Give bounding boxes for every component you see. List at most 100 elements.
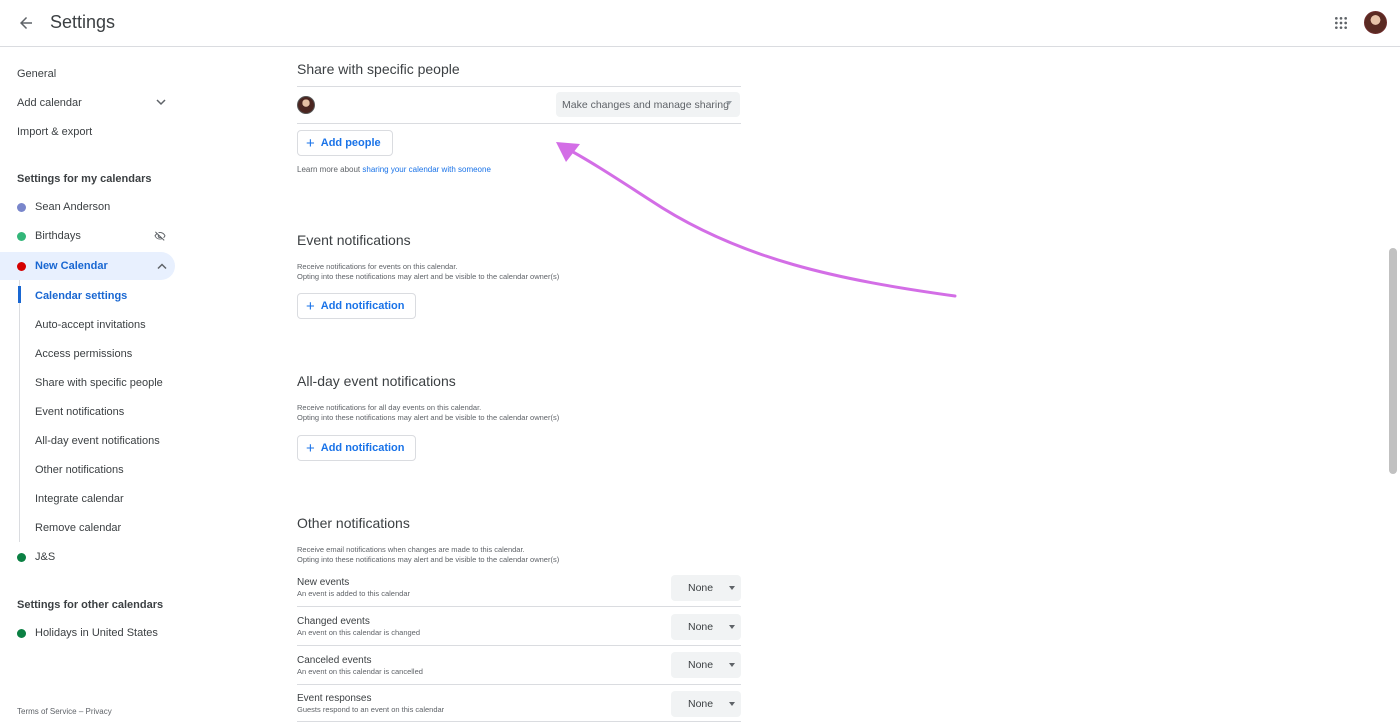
add-allday-notification-button[interactable]: + Add notification — [297, 435, 417, 461]
subnav-integrate-calendar[interactable]: Integrate calendar — [35, 484, 124, 513]
other-calendars-heading: Settings for other calendars — [17, 599, 164, 611]
desc-line: Receive notifications for all day events… — [297, 403, 482, 412]
subnav-calendar-settings[interactable]: Calendar settings — [35, 281, 127, 310]
subnav-remove-calendar[interactable]: Remove calendar — [35, 513, 121, 542]
canceled-events-select[interactable]: None — [671, 652, 741, 678]
account-avatar[interactable] — [1364, 11, 1387, 34]
sidebar-item-new-calendar[interactable]: New Calendar — [0, 252, 175, 280]
select-value: None — [688, 698, 714, 710]
divider — [297, 123, 741, 124]
divider — [297, 606, 741, 607]
allday-notifications-desc: Receive notifications for all day events… — [297, 403, 747, 423]
sharing-help-link[interactable]: sharing your calendar with someone — [362, 165, 491, 174]
calendar-color-dot — [17, 202, 26, 212]
row-title-new-events: New events — [297, 577, 350, 588]
subnav-auto-accept[interactable]: Auto-accept invitations — [35, 310, 146, 339]
sidebar-item-sean-anderson[interactable]: Sean Anderson — [0, 193, 175, 221]
chevron-up-icon[interactable] — [157, 263, 167, 270]
select-value: None — [688, 621, 714, 633]
row-sub-new-events: An event is added to this calendar — [297, 589, 410, 598]
sidebar-item-import-export[interactable]: Import & export — [0, 117, 175, 146]
desc-line: Receive email notifications when changes… — [297, 545, 525, 554]
privacy-link[interactable]: Privacy — [86, 707, 112, 716]
terms-link[interactable]: Terms of Service — [17, 707, 77, 716]
annotation-arrow-icon — [556, 142, 957, 298]
permission-select[interactable]: Make changes and manage sharing — [556, 92, 740, 117]
add-notification-label: Add notification — [320, 300, 405, 312]
calendar-color-dot — [17, 261, 26, 271]
visibility-off-icon[interactable] — [153, 230, 167, 242]
row-sub-canceled-events: An event on this calendar is cancelled — [297, 667, 423, 676]
dropdown-arrow-icon — [729, 702, 735, 706]
my-calendars-heading: Settings for my calendars — [17, 173, 152, 185]
sidebar-item-general[interactable]: General — [0, 59, 175, 88]
page-title: Settings — [50, 12, 116, 32]
add-notification-label: Add notification — [320, 442, 405, 454]
dropdown-arrow-icon — [726, 101, 732, 105]
plus-icon: + — [306, 297, 315, 315]
desc-line: Opting into these notifications may aler… — [297, 413, 560, 422]
plus-icon: + — [306, 439, 315, 457]
row-sub-event-responses: Guests respond to an event on this calen… — [297, 705, 445, 714]
user-avatar — [297, 96, 315, 114]
calendar-label: New Calendar — [35, 260, 108, 272]
dropdown-arrow-icon — [729, 625, 735, 629]
other-notifications-heading: Other notifications — [297, 515, 410, 531]
sidebar-item-label: Import & export — [17, 125, 93, 138]
sidebar-item-add-calendar[interactable]: Add calendar — [0, 88, 175, 117]
footer-separator: – — [78, 707, 84, 716]
row-title-canceled-events: Canceled events — [297, 655, 372, 666]
calendar-color-dot — [17, 231, 26, 241]
subnav-access-permissions[interactable]: Access permissions — [35, 339, 132, 368]
subnav-guide-line — [19, 280, 20, 542]
calendar-label: Holidays in United States — [35, 627, 158, 639]
subnav-allday-notifications[interactable]: All-day event notifications — [35, 426, 160, 455]
calendar-color-dot — [17, 552, 26, 562]
row-title-changed-events: Changed events — [297, 616, 370, 627]
plus-icon: + — [306, 134, 315, 152]
sidebar-item-label: General — [17, 67, 57, 80]
footer: Terms of Service – Privacy — [17, 707, 112, 716]
calendar-color-dot — [17, 628, 26, 638]
desc-line: Opting into these notifications may aler… — [297, 555, 560, 564]
calendar-label: J&S — [35, 551, 56, 563]
apps-grid-icon[interactable] — [1328, 10, 1354, 36]
back-arrow-icon[interactable] — [12, 9, 40, 37]
sidebar-item-label: Add calendar — [17, 96, 82, 109]
sidebar-item-holidays[interactable]: Holidays in United States — [0, 619, 175, 647]
sidebar-item-birthdays[interactable]: Birthdays — [0, 222, 175, 250]
share-heading: Share with specific people — [297, 61, 460, 77]
divider — [297, 86, 741, 87]
calendar-label: Sean Anderson — [35, 201, 111, 213]
row-title-event-responses: Event responses — [297, 693, 372, 704]
calendar-label: Birthdays — [35, 230, 81, 242]
add-people-label: Add people — [320, 137, 381, 149]
select-value: None — [688, 659, 714, 671]
event-notifications-heading: Event notifications — [297, 232, 411, 248]
learn-more-text: Learn more about sharing your calendar w… — [297, 165, 491, 174]
row-sub-changed-events: An event on this calendar is changed — [297, 628, 420, 637]
top-app-bar: Settings — [0, 0, 1400, 47]
add-event-notification-button[interactable]: + Add notification — [297, 293, 417, 319]
event-responses-select[interactable]: None — [671, 691, 741, 717]
allday-notifications-heading: All-day event notifications — [297, 373, 456, 389]
subnav-active-indicator — [18, 286, 21, 303]
changed-events-select[interactable]: None — [671, 614, 741, 640]
subnav-share-specific[interactable]: Share with specific people — [35, 368, 163, 397]
dropdown-arrow-icon — [729, 586, 735, 590]
dropdown-arrow-icon — [729, 663, 735, 667]
new-events-select[interactable]: None — [671, 575, 741, 601]
subnav-other-notifications[interactable]: Other notifications — [35, 455, 124, 484]
add-people-button[interactable]: + Add people — [297, 130, 393, 156]
select-value: None — [688, 582, 714, 594]
divider — [297, 684, 741, 685]
scrollbar-thumb[interactable] — [1389, 248, 1397, 474]
divider — [297, 645, 741, 646]
other-notifications-desc: Receive email notifications when changes… — [297, 545, 747, 565]
subnav-event-notifications[interactable]: Event notifications — [35, 397, 124, 426]
learn-more-prefix: Learn more about — [297, 165, 361, 174]
chevron-down-icon — [156, 99, 166, 106]
divider — [297, 721, 741, 722]
sidebar-item-js[interactable]: J&S — [0, 543, 175, 571]
permission-value: Make changes and manage sharing — [562, 98, 729, 111]
